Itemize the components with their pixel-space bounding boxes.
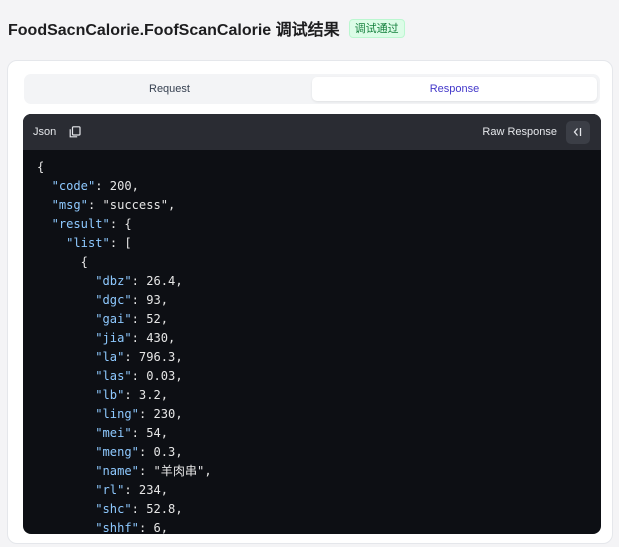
- code-line: "dbz": 26.4,: [95, 274, 183, 288]
- code-line: "la": 796.3,: [95, 350, 183, 364]
- code-line: "name": "羊肉串",: [95, 464, 212, 478]
- code-line: "rl": 234,: [95, 483, 169, 497]
- raw-response-toggle[interactable]: Raw Response: [482, 126, 557, 138]
- code-line: "shhf": 6,: [95, 521, 169, 534]
- code-line: "las": 0.03,: [95, 369, 183, 383]
- format-label: Json: [33, 126, 57, 138]
- tab-request[interactable]: Request: [27, 77, 312, 101]
- response-panel-header: Json Raw Response: [23, 114, 601, 150]
- code-line: "dgc": 93,: [95, 293, 169, 307]
- page-header: FoodSacnCalorie.FoofScanCalorie 调试结果 调试通…: [8, 16, 405, 40]
- code-line: {: [37, 255, 88, 269]
- json-code-block: { "code": 200, "msg": "success", "result…: [23, 150, 601, 534]
- code-line: "msg": "success",: [51, 198, 176, 212]
- code-line: {: [37, 160, 45, 174]
- tab-response[interactable]: Response: [312, 77, 597, 101]
- code-line: "gai": 52,: [95, 312, 169, 326]
- code-line: "list": [: [66, 236, 132, 250]
- tab-bar: Request Response: [24, 74, 600, 104]
- code-line: "code": 200,: [51, 179, 139, 193]
- code-line: "shc": 52.8,: [95, 502, 183, 516]
- code-line: "result": {: [51, 217, 132, 231]
- code-line: "mei": 54,: [95, 426, 169, 440]
- code-line: "jia": 430,: [95, 331, 176, 345]
- copy-icon[interactable]: [68, 125, 82, 139]
- collapse-icon[interactable]: [566, 120, 590, 144]
- response-panel: Json Raw Response { "code": 200, "msg": …: [23, 114, 601, 534]
- code-line: "ling": 230,: [95, 407, 183, 421]
- code-line: "meng": 0.3,: [95, 445, 183, 459]
- page-title: FoodSacnCalorie.FoofScanCalorie 调试结果: [8, 22, 340, 39]
- code-line: "lb": 3.2,: [95, 388, 169, 402]
- result-card: Request Response Json Raw Response { "co…: [7, 60, 613, 544]
- status-badge: 调试通过: [348, 18, 405, 38]
